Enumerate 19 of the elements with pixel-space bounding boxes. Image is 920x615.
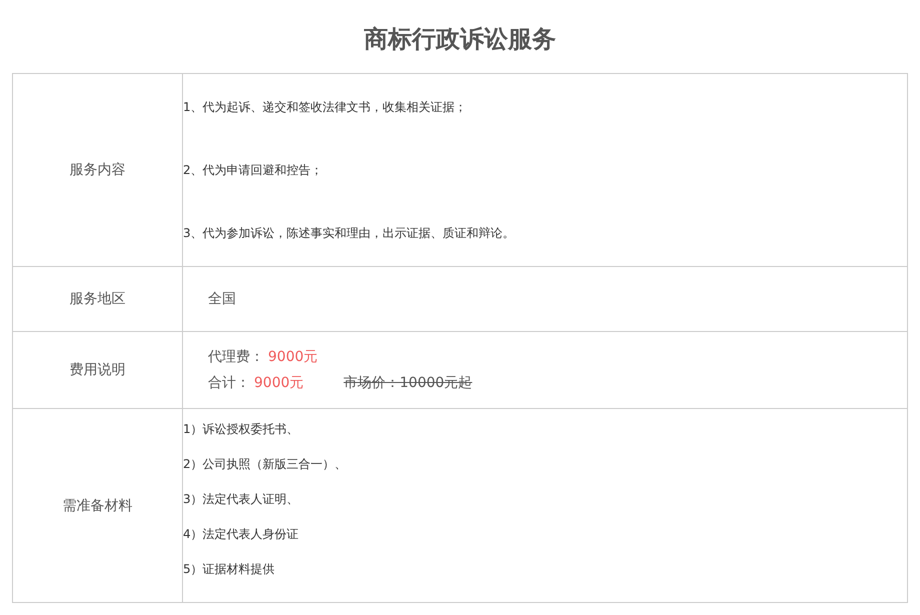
list-item: 4）法定代表人身份证 [183, 526, 300, 543]
fee-label: 代理费： [208, 348, 264, 366]
fee-value: 9000元 [268, 348, 318, 366]
total-label: 合计： [208, 374, 250, 392]
region-text: 全国 [207, 290, 237, 308]
row-label: 服务地区 [70, 290, 126, 308]
list-item: 1、代为起诉、递交和签收法律文书，收集相关证据； [183, 98, 468, 116]
list-item: 2）公司执照（新版三合一）、 [183, 456, 348, 473]
row-label: 需准备材料 [62, 496, 132, 514]
market-price: 市场价：10000元起 [344, 374, 472, 392]
total-value: 9000元 [254, 374, 304, 392]
list-item: 1）诉讼授权委托书、 [183, 421, 300, 438]
list-item: 2、代为申请回避和控告； [183, 162, 324, 178]
list-item: 5）证据材料提供 [183, 561, 276, 578]
row-label: 服务内容 [70, 161, 126, 179]
list-item: 3、代为参加诉讼，陈述事实和理由，出示证据、质证和辩论。 [183, 224, 516, 242]
row-label: 费用说明 [70, 361, 126, 379]
page-title: 商标行政诉讼服务 [363, 24, 557, 54]
list-item: 3）法定代表人证明、 [183, 491, 300, 508]
